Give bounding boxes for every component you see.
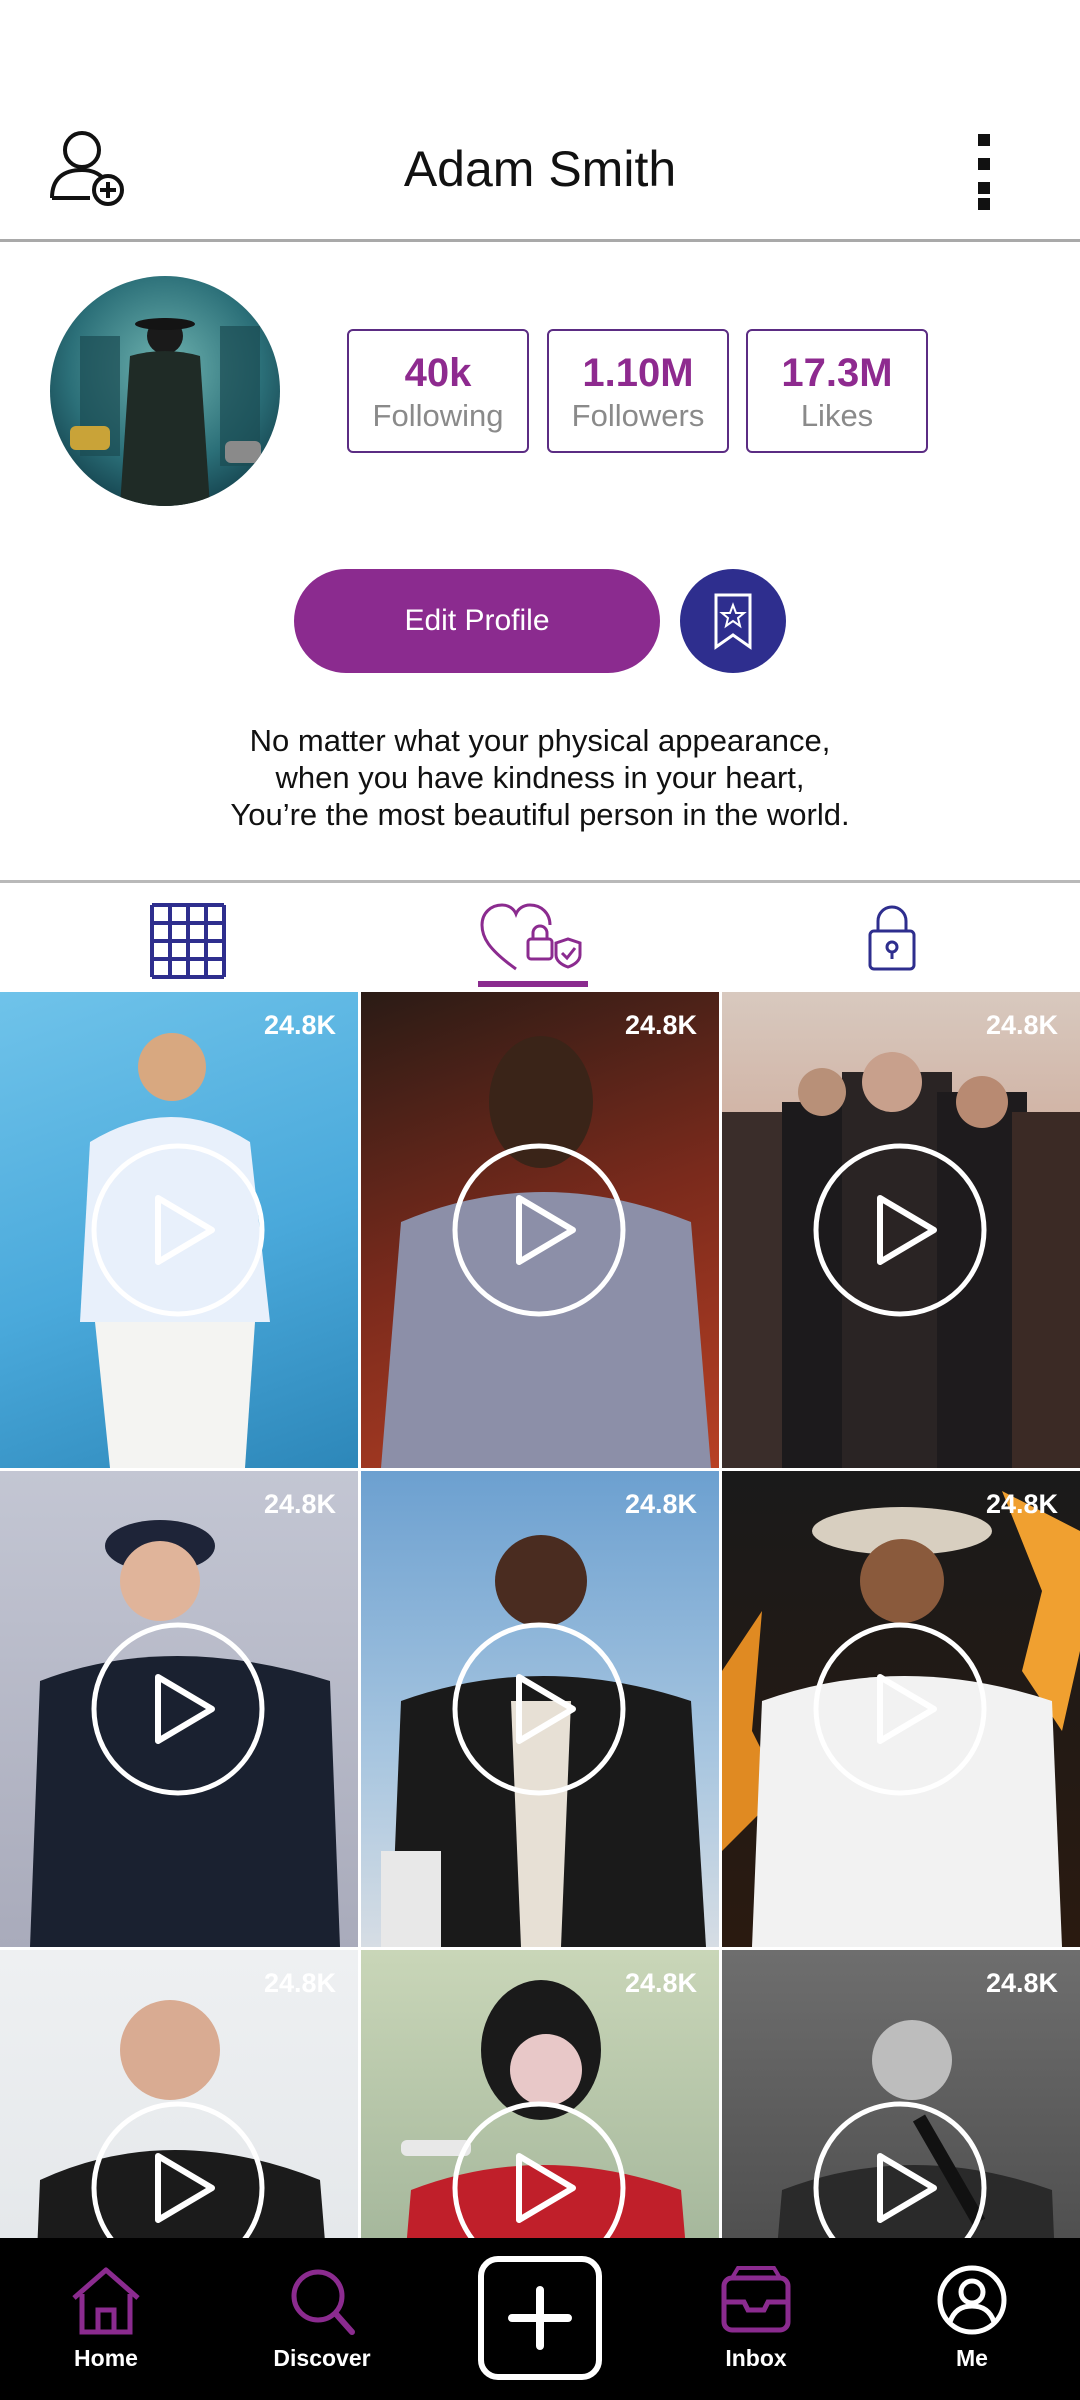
play-icon bbox=[813, 2101, 987, 2238]
view-count: 24.8K bbox=[624, 1489, 697, 1519]
view-count: 24.8K bbox=[624, 1010, 697, 1040]
nav-home-label: Home bbox=[74, 2345, 138, 2371]
video-thumbnail[interactable]: 24.8K bbox=[361, 1950, 719, 2238]
play-icon bbox=[813, 1622, 987, 1796]
play-icon bbox=[91, 2101, 265, 2238]
bio-line: You’re the most beautiful person in the … bbox=[230, 797, 850, 832]
bio-line: No matter what your physical appearance, bbox=[249, 723, 831, 758]
view-count: 24.8K bbox=[985, 1010, 1058, 1040]
plus-icon bbox=[508, 2286, 572, 2350]
profile-icon bbox=[937, 2265, 1007, 2335]
home-icon bbox=[72, 2267, 140, 2335]
likes-label: Likes bbox=[800, 398, 874, 433]
followers-stat[interactable]: 1.10M Followers bbox=[547, 329, 729, 453]
following-label: Following bbox=[372, 398, 504, 433]
video-thumbnail[interactable]: 24.8K bbox=[0, 1950, 358, 2238]
play-icon bbox=[452, 1143, 626, 1317]
nav-me[interactable]: Me bbox=[892, 2264, 1052, 2372]
nav-inbox-label: Inbox bbox=[725, 2345, 787, 2371]
play-icon bbox=[452, 2101, 626, 2238]
avatar[interactable] bbox=[50, 276, 280, 506]
video-thumbnail[interactable]: 24.8K bbox=[722, 1471, 1080, 1947]
video-thumbnail[interactable]: 24.8K bbox=[722, 1950, 1080, 2238]
active-tab-indicator bbox=[478, 981, 588, 987]
app-header: Adam Smith bbox=[0, 0, 1080, 242]
bookmark-star-icon bbox=[714, 593, 752, 650]
lock-icon bbox=[868, 905, 916, 971]
play-icon bbox=[91, 1143, 265, 1317]
grid-icon bbox=[150, 903, 226, 979]
following-stat[interactable]: 40k Following bbox=[347, 329, 529, 453]
nav-inbox[interactable]: Inbox bbox=[676, 2264, 836, 2372]
content-tabs bbox=[0, 880, 1080, 992]
view-count: 24.8K bbox=[263, 1489, 336, 1519]
edit-profile-button[interactable]: Edit Profile bbox=[294, 569, 660, 673]
profile-bio: No matter what your physical appearance,… bbox=[0, 722, 1080, 833]
video-thumbnail[interactable]: 24.8K bbox=[0, 992, 358, 1468]
nav-home[interactable]: Home bbox=[26, 2264, 186, 2372]
video-thumbnail[interactable]: 24.8K bbox=[361, 992, 719, 1468]
following-count: 40k bbox=[404, 351, 472, 395]
profile-name: Adam Smith bbox=[403, 141, 677, 197]
search-icon bbox=[291, 2269, 355, 2335]
tab-private[interactable] bbox=[864, 901, 920, 991]
followers-label: Followers bbox=[571, 398, 705, 433]
video-thumbnail[interactable]: 24.8K bbox=[361, 1471, 719, 1947]
play-icon bbox=[452, 1622, 626, 1796]
tab-videos[interactable] bbox=[148, 901, 228, 991]
video-thumbnail[interactable]: 24.8K bbox=[0, 1471, 358, 1947]
bio-line: when you have kindness in your heart, bbox=[275, 760, 805, 795]
liked-private-icon bbox=[480, 903, 582, 971]
bottom-nav: Home Discover Inbox Me bbox=[0, 2238, 1080, 2400]
play-icon bbox=[813, 1143, 987, 1317]
nav-discover-label: Discover bbox=[273, 2345, 371, 2371]
nav-discover[interactable]: Discover bbox=[242, 2264, 402, 2372]
view-count: 24.8K bbox=[985, 1489, 1058, 1519]
tab-liked[interactable] bbox=[478, 901, 588, 991]
view-count: 24.8K bbox=[624, 1968, 697, 1998]
view-count: 24.8K bbox=[263, 1968, 336, 1998]
likes-count: 17.3M bbox=[781, 351, 893, 395]
play-icon bbox=[91, 1622, 265, 1796]
view-count: 24.8K bbox=[985, 1968, 1058, 1998]
saved-bookmark-button[interactable] bbox=[680, 569, 786, 673]
likes-stat[interactable]: 17.3M Likes bbox=[746, 329, 928, 453]
nav-me-label: Me bbox=[956, 2345, 988, 2371]
video-grid: 24.8K 24.8K 24.8K 24.8K 24.8K 24.8K 24.8… bbox=[0, 992, 1080, 2238]
followers-count: 1.10M bbox=[582, 351, 694, 395]
video-thumbnail[interactable]: 24.8K bbox=[722, 992, 1080, 1468]
view-count: 24.8K bbox=[263, 1010, 336, 1040]
create-video-button[interactable] bbox=[478, 2256, 602, 2380]
more-options-icon[interactable] bbox=[974, 132, 998, 212]
inbox-icon bbox=[721, 2266, 791, 2333]
